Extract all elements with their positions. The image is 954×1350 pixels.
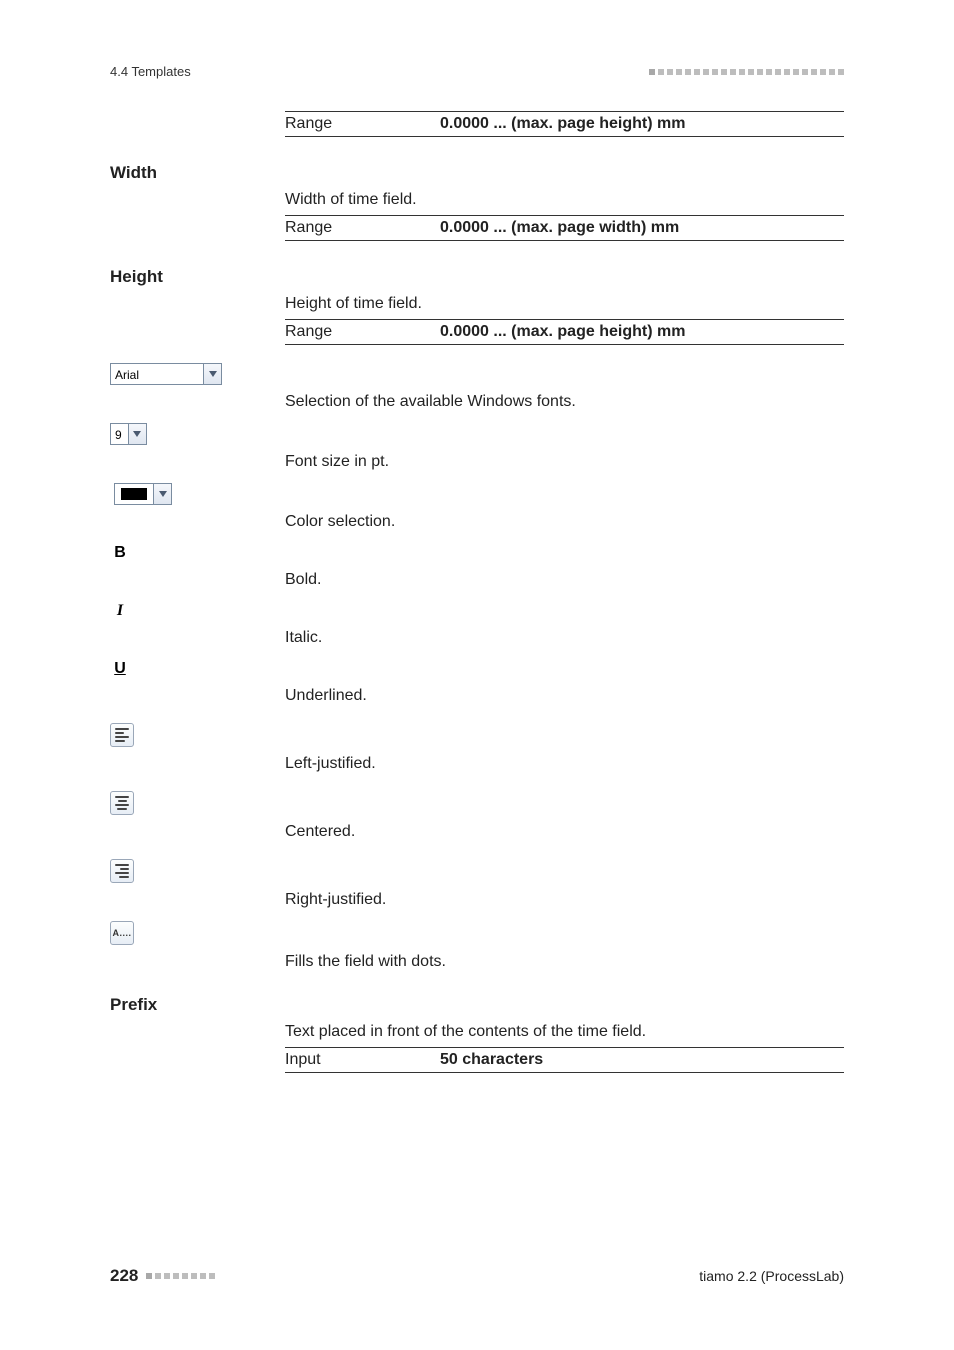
desc-italic: Italic.	[285, 629, 844, 647]
desc-color: Color selection.	[285, 513, 844, 531]
page-number: 228	[110, 1266, 138, 1286]
italic-icon: I	[117, 602, 123, 620]
bold-icon: B	[114, 544, 126, 562]
range-label-height: Range	[285, 323, 440, 341]
desc-align-left: Left-justified.	[285, 755, 844, 773]
desc-font: Selection of the available Windows fonts…	[285, 393, 844, 411]
desc-align-center: Centered.	[285, 823, 844, 841]
font-select-value: Arial	[111, 364, 203, 384]
align-center-button[interactable]	[110, 791, 134, 815]
desc-align-right: Right-justified.	[285, 891, 844, 909]
font-size-select[interactable]: 9	[110, 423, 147, 445]
align-left-button[interactable]	[110, 723, 134, 747]
header-decor	[649, 69, 844, 75]
footer-decor	[146, 1273, 215, 1279]
section-header: 4.4 Templates	[110, 64, 191, 79]
color-swatch	[121, 488, 147, 500]
font-select[interactable]: Arial	[110, 363, 222, 385]
desc-bold: Bold.	[285, 571, 844, 589]
chevron-down-icon	[203, 364, 221, 384]
label-prefix: Prefix	[110, 995, 285, 1015]
align-right-button[interactable]	[110, 859, 134, 883]
bold-button[interactable]: B	[110, 543, 130, 563]
desc-size: Font size in pt.	[285, 453, 844, 471]
italic-button[interactable]: I	[110, 601, 130, 621]
font-size-value: 9	[111, 424, 128, 444]
label-width: Width	[110, 163, 285, 183]
range-label: Range	[285, 115, 440, 133]
desc-prefix: Text placed in front of the contents of …	[285, 1023, 844, 1041]
desc-width: Width of time field.	[285, 191, 844, 209]
range-value-height: 0.0000 ... (max. page height) mm	[440, 323, 685, 341]
fill-dots-button[interactable]: A....	[110, 921, 134, 945]
desc-height: Height of time field.	[285, 295, 844, 313]
align-center-icon	[115, 796, 129, 810]
range-label-width: Range	[285, 219, 440, 237]
label-height: Height	[110, 267, 285, 287]
desc-underline: Underlined.	[285, 687, 844, 705]
chevron-down-icon	[153, 484, 171, 504]
chevron-down-icon	[128, 424, 146, 444]
input-value-prefix: 50 characters	[440, 1051, 543, 1069]
color-select[interactable]	[114, 483, 172, 505]
underline-icon: U	[114, 660, 126, 678]
input-label-prefix: Input	[285, 1051, 440, 1069]
underline-button[interactable]: U	[110, 659, 130, 679]
fill-dots-icon: A....	[112, 928, 131, 938]
range-value: 0.0000 ... (max. page height) mm	[440, 115, 685, 133]
desc-fill-dots: Fills the field with dots.	[285, 953, 844, 971]
align-right-icon	[115, 864, 129, 878]
product-name: tiamo 2.2 (ProcessLab)	[699, 1268, 844, 1284]
range-value-width: 0.0000 ... (max. page width) mm	[440, 219, 679, 237]
align-left-icon	[115, 728, 129, 742]
